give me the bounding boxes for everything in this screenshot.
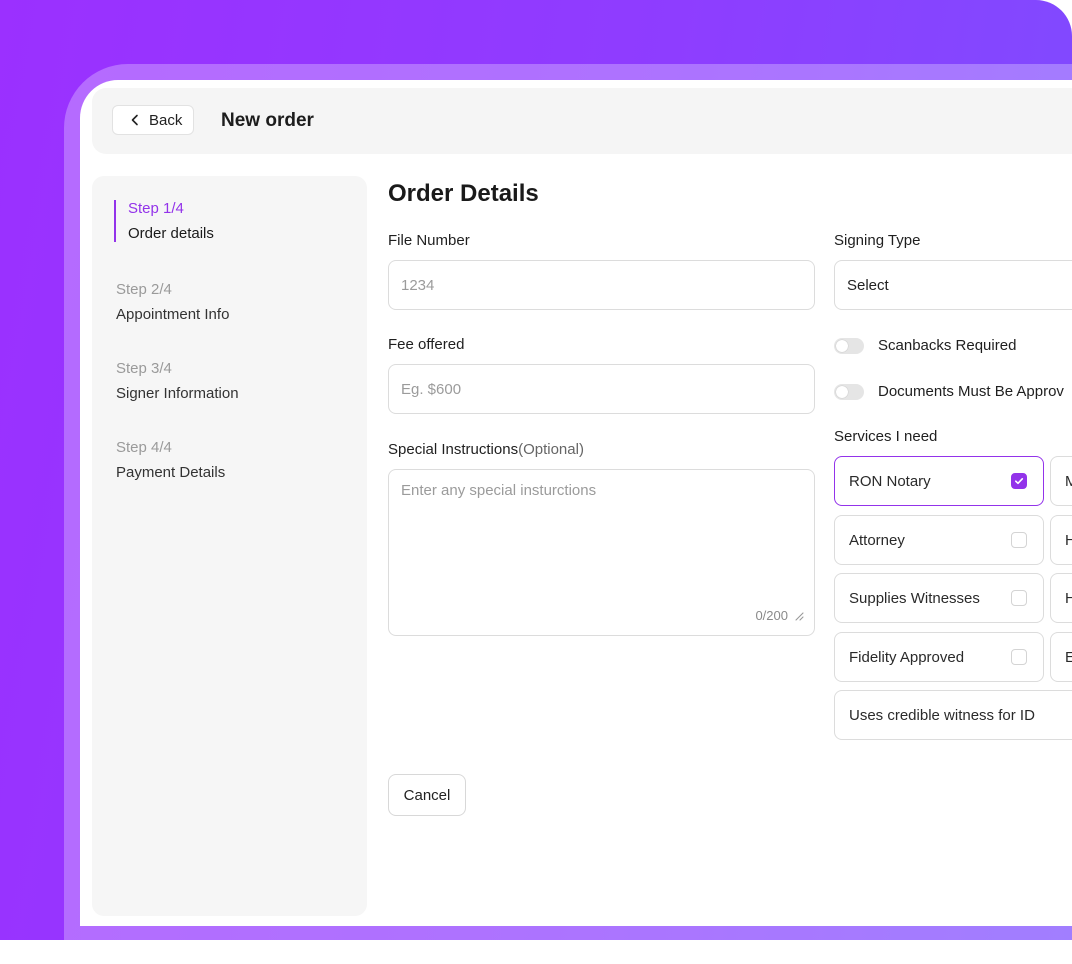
- section-heading: Order Details: [388, 180, 539, 207]
- special-instructions-label: Special Instructions(Optional): [388, 441, 584, 458]
- scanbacks-toggle-row: Scanbacks Required: [834, 337, 1016, 354]
- step-payment-details[interactable]: Step 4/4 Payment Details: [116, 439, 225, 481]
- service-label: M: [1065, 473, 1072, 490]
- step-label: Order details: [128, 225, 214, 242]
- documents-approval-label: Documents Must Be Approv: [878, 383, 1064, 400]
- special-instructions-textarea[interactable]: Enter any special insturctions 0/200: [388, 469, 815, 636]
- toggle-knob: [836, 339, 848, 352]
- file-number-input[interactable]: 1234: [388, 260, 815, 310]
- service-col2-row2[interactable]: H: [1050, 515, 1072, 565]
- scanbacks-label: Scanbacks Required: [878, 337, 1017, 354]
- resize-handle-icon[interactable]: [794, 611, 804, 621]
- service-fidelity-approved[interactable]: Fidelity Approved: [834, 632, 1044, 682]
- top-bar: Back New order: [92, 88, 1072, 154]
- service-label: Attorney: [849, 531, 905, 549]
- back-button[interactable]: Back: [112, 105, 194, 135]
- service-col2-row3[interactable]: H: [1050, 573, 1072, 623]
- file-number-label: File Number: [388, 232, 470, 249]
- step-number: Step 2/4: [116, 281, 172, 298]
- page-title: New order: [221, 110, 314, 131]
- step-label: Appointment Info: [116, 306, 230, 323]
- optional-tag: (Optional): [518, 441, 584, 458]
- toggle-knob: [836, 385, 848, 398]
- special-instructions-placeholder: Enter any special insturctions: [401, 482, 597, 499]
- service-ron-notary[interactable]: RON Notary: [834, 456, 1044, 506]
- steps-sidebar: Step 1/4 Order details Step 2/4 Appointm…: [92, 176, 367, 916]
- step-number: Step 3/4: [116, 360, 172, 377]
- app-screen: Back New order Step 1/4 Order details St…: [80, 80, 1072, 926]
- service-label: H: [1065, 590, 1072, 607]
- signing-type-label: Signing Type: [834, 232, 921, 249]
- service-label: RON Notary: [849, 472, 931, 490]
- service-attorney[interactable]: Attorney: [834, 515, 1044, 565]
- file-number-placeholder: 1234: [401, 276, 435, 294]
- service-credible-witness[interactable]: Uses credible witness for ID: [834, 690, 1072, 740]
- chevron-left-icon: [131, 114, 138, 126]
- documents-approval-toggle-row: Documents Must Be Approv: [834, 383, 1064, 400]
- service-label: Supplies Witnesses: [849, 589, 980, 607]
- step-order-details[interactable]: Step 1/4 Order details: [114, 200, 214, 242]
- signing-type-value: Select: [847, 276, 889, 294]
- checkbox-checked[interactable]: [1011, 473, 1027, 489]
- service-supplies-witnesses[interactable]: Supplies Witnesses: [834, 573, 1044, 623]
- fee-offered-label: Fee offered: [388, 336, 465, 353]
- check-icon: [1015, 478, 1024, 485]
- special-instructions-title: Special Instructions: [388, 441, 519, 458]
- service-label: Fidelity Approved: [849, 648, 965, 666]
- fee-offered-placeholder: Eg. $600: [401, 380, 462, 398]
- cancel-button[interactable]: Cancel: [388, 774, 466, 816]
- step-signer-information[interactable]: Step 3/4 Signer Information: [116, 360, 239, 402]
- checkbox[interactable]: [1011, 649, 1027, 665]
- service-label: Uses credible witness for ID: [849, 706, 1035, 724]
- service-col2-row1[interactable]: M: [1050, 456, 1072, 506]
- step-number: Step 1/4: [128, 200, 184, 217]
- step-number: Step 4/4: [116, 439, 172, 456]
- service-col2-row4[interactable]: E: [1050, 632, 1072, 682]
- step-label: Payment Details: [116, 464, 226, 481]
- fee-offered-input[interactable]: Eg. $600: [388, 364, 815, 414]
- checkbox[interactable]: [1011, 532, 1027, 548]
- back-label: Back: [149, 111, 183, 129]
- scanbacks-toggle[interactable]: [834, 337, 864, 354]
- step-appointment-info[interactable]: Step 2/4 Appointment Info: [116, 281, 229, 323]
- services-label: Services I need: [834, 428, 938, 445]
- documents-approval-toggle[interactable]: [834, 383, 864, 400]
- checkbox[interactable]: [1011, 590, 1027, 606]
- step-label: Signer Information: [116, 385, 239, 402]
- counter-value: 0/200: [755, 608, 788, 623]
- signing-type-select[interactable]: Select: [834, 260, 1072, 310]
- service-label: E: [1065, 649, 1072, 666]
- service-label: H: [1065, 532, 1072, 549]
- character-counter: 0/200: [755, 608, 804, 623]
